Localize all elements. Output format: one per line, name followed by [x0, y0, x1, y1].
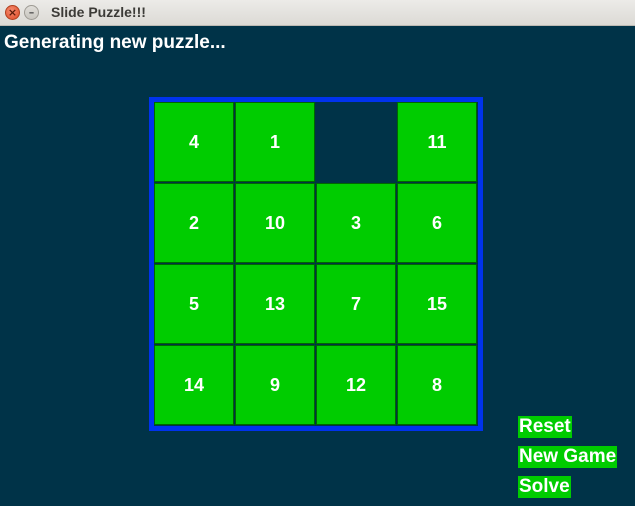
tile[interactable]: 4 [154, 102, 234, 182]
tile[interactable]: 14 [154, 345, 234, 425]
window-title: Slide Puzzle!!! [51, 4, 146, 20]
tile[interactable]: 8 [397, 345, 477, 425]
close-icon[interactable]: × [5, 5, 20, 20]
tile[interactable]: 7 [316, 264, 396, 344]
tile[interactable]: 5 [154, 264, 234, 344]
tile[interactable]: 11 [397, 102, 477, 182]
status-message: Generating new puzzle... [4, 32, 226, 53]
reset-button[interactable]: Reset [518, 416, 572, 438]
solve-button[interactable]: Solve [518, 476, 571, 498]
board-surface: 4 1 11 2 10 3 6 5 13 7 15 14 9 12 8 [154, 102, 478, 426]
tile[interactable]: 6 [397, 183, 477, 263]
tile[interactable]: 10 [235, 183, 315, 263]
tile[interactable]: 1 [235, 102, 315, 182]
new-game-button[interactable]: New Game [518, 446, 618, 468]
tile[interactable]: 9 [235, 345, 315, 425]
tile[interactable]: 13 [235, 264, 315, 344]
minimize-icon[interactable]: – [24, 5, 39, 20]
title-bar: × – Slide Puzzle!!! [0, 0, 635, 26]
tile[interactable]: 15 [397, 264, 477, 344]
tile[interactable]: 2 [154, 183, 234, 263]
tile[interactable]: 3 [316, 183, 396, 263]
puzzle-board: 4 1 11 2 10 3 6 5 13 7 15 14 9 12 8 [149, 97, 483, 431]
tile[interactable]: 12 [316, 345, 396, 425]
